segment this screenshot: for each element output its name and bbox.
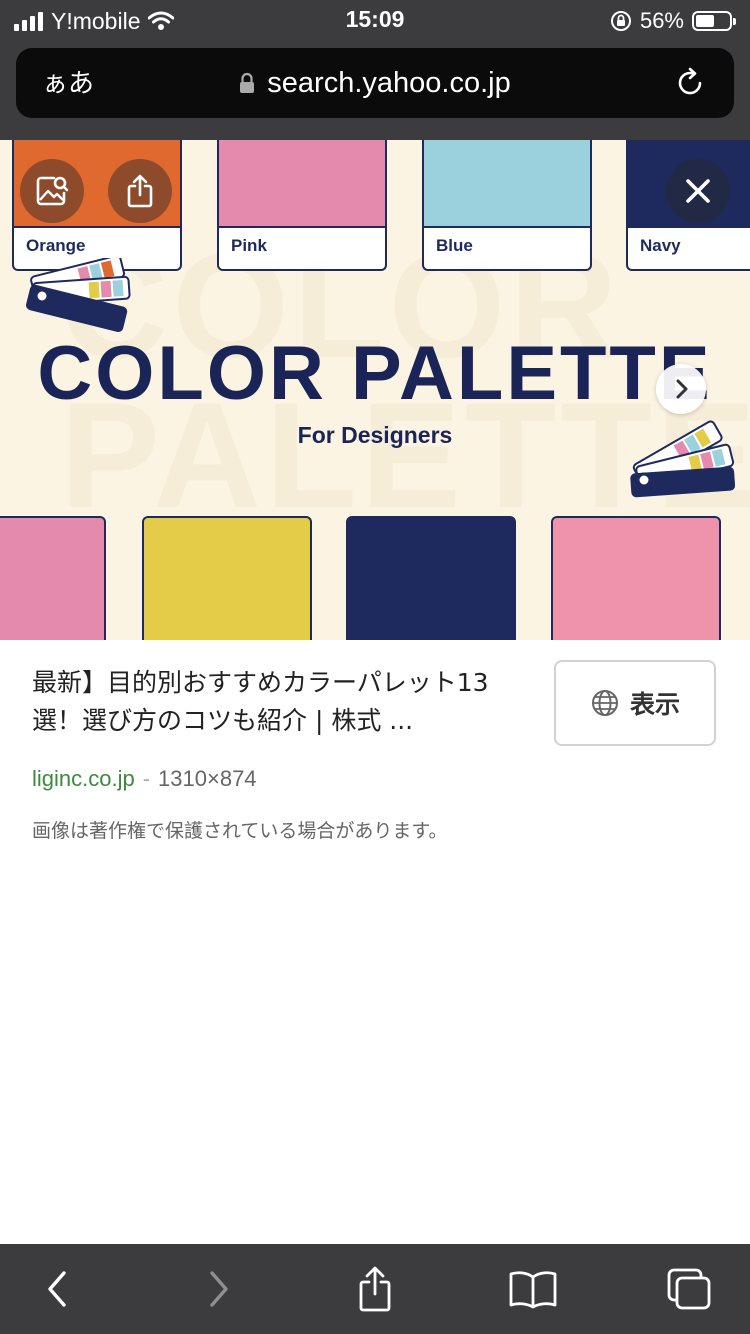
close-viewer-button[interactable]: [666, 159, 730, 223]
image-subtitle: For Designers: [297, 422, 453, 448]
address-bar[interactable]: ぁあ search.yahoo.co.jp: [16, 48, 734, 118]
image-search-icon: [36, 176, 69, 206]
orientation-lock-icon: [610, 11, 631, 31]
reload-icon[interactable]: [672, 65, 708, 101]
swatch-label: Navy: [640, 236, 681, 255]
forward-button[interactable]: [194, 1264, 244, 1314]
show-page-button[interactable]: 表示: [554, 660, 716, 746]
chevron-right-icon: [676, 379, 688, 399]
status-bar: Y!mobile 15:09 56%: [0, 0, 750, 44]
bottom-swatch-yellow: [142, 516, 312, 640]
status-right: 56%: [610, 6, 736, 36]
swatch-card-pink: Pink: [217, 140, 387, 271]
close-icon: [686, 179, 710, 203]
next-image-button[interactable]: [656, 364, 706, 414]
browser-toolbar: [0, 1244, 750, 1334]
swatch-label: Blue: [436, 236, 473, 255]
lock-icon: [240, 72, 255, 93]
bottom-swatch-navy: [346, 516, 516, 640]
bookmarks-icon: [509, 1271, 557, 1309]
show-page-label: 表示: [629, 690, 680, 719]
swatch-label: Pink: [231, 236, 267, 255]
result-title-link[interactable]: 最新】目的別おすすめカラーパレット13選！選び方のコツも紹介 | 株式 ...: [32, 664, 532, 740]
image-preview[interactable]: COLOR PALETTE Orange Pink Blue Navy COLO…: [0, 140, 750, 640]
copyright-notice: 画像は著作権で保護されている場合があります。: [32, 820, 448, 842]
result-meta: liginc.co.jp -1310×874: [32, 766, 257, 792]
forward-icon: [210, 1271, 228, 1307]
bottom-swatch-pink: [0, 516, 106, 640]
back-icon: [48, 1271, 66, 1307]
share-button[interactable]: [350, 1264, 400, 1314]
image-search-button[interactable]: [20, 159, 84, 223]
swatch-color: [424, 140, 590, 228]
battery-fill: [696, 15, 714, 27]
source-domain[interactable]: liginc.co.jp: [32, 766, 135, 791]
url-field[interactable]: search.yahoo.co.jp: [16, 48, 734, 118]
globe-icon: [591, 690, 618, 716]
meta-separator: -: [142, 766, 151, 791]
share-icon: [127, 174, 153, 208]
battery-percent: 56%: [639, 8, 684, 33]
image-title: COLOR PALETTE: [37, 331, 713, 416]
share-icon: [359, 1266, 391, 1312]
image-share-button[interactable]: [108, 159, 172, 223]
swatch-card-blue: Blue: [422, 140, 592, 271]
back-button[interactable]: [32, 1264, 82, 1314]
bottom-swatch-rose: [551, 516, 721, 640]
battery-icon: [692, 11, 736, 31]
image-dimensions: 1310×874: [158, 766, 257, 791]
swatch-label: Orange: [26, 236, 86, 255]
browser-top-chrome: Y!mobile 15:09 56% ぁあ search.yahoo.co.jp: [0, 0, 750, 140]
bookmarks-button[interactable]: [508, 1264, 558, 1314]
tabs-button[interactable]: [664, 1264, 714, 1314]
url-text: search.yahoo.co.jp: [267, 66, 511, 99]
swatch-color: [219, 140, 385, 228]
tabs-icon: [667, 1268, 711, 1310]
